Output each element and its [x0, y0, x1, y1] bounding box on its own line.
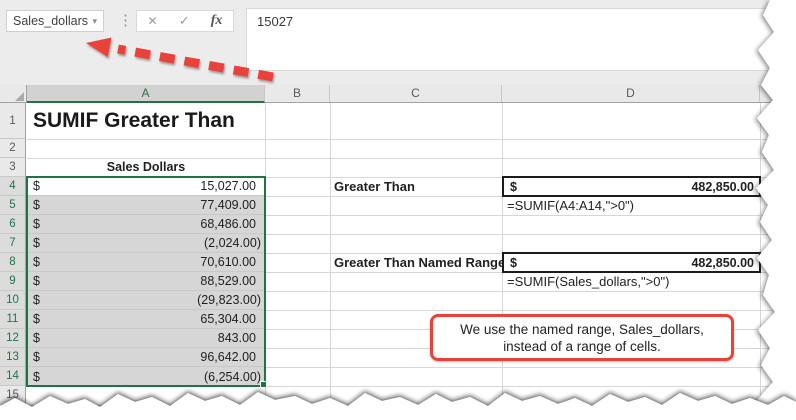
cell-a14[interactable]: $ (6,254.00) — [27, 367, 265, 386]
toolbar-separator-dots-icon: ⋮ — [118, 12, 133, 29]
sales-range: $15,027.00 $77,409.00 $68,486.00 $ (2,024… — [27, 177, 265, 386]
cell-a1-title[interactable]: SUMIF Greater Than — [33, 104, 235, 138]
name-box-value: Sales_dollars — [13, 14, 89, 28]
name-box-dropdown-icon[interactable]: ▾ — [92, 16, 97, 27]
cell-a6[interactable]: $68,486.00 — [27, 215, 265, 234]
cell-a12[interactable]: $843.00 — [27, 329, 265, 348]
cell-a9[interactable]: $88,529.00 — [27, 272, 265, 291]
formula-bar[interactable]: 15027 — [246, 8, 796, 71]
column-header-b[interactable]: B — [265, 85, 330, 102]
select-all-corner[interactable] — [0, 85, 27, 102]
enter-icon[interactable]: ✓ — [179, 13, 190, 29]
row-header-9[interactable]: 9 — [0, 272, 26, 291]
name-box[interactable]: Sales_dollars ▾ — [6, 10, 104, 32]
torn-edge-bottom — [0, 392, 796, 420]
cancel-icon[interactable]: ✕ — [148, 14, 158, 28]
formula-buttons: ✕ ✓ fx — [136, 10, 234, 32]
callout-line1: We use the named range, Sales_dollars, — [460, 321, 704, 337]
row-headers: 1 2 3 4 5 6 7 8 9 10 11 12 13 14 15 — [0, 103, 27, 405]
cell-a7[interactable]: $ (2,024.00) — [27, 234, 265, 253]
row-header-8[interactable]: 8 — [0, 253, 26, 272]
cell-a3-sales-header[interactable]: Sales Dollars — [27, 158, 265, 177]
fill-handle[interactable] — [260, 381, 267, 388]
cell-a8[interactable]: $70,610.00 — [27, 253, 265, 272]
cell-a4[interactable]: $15,027.00 — [27, 177, 265, 196]
row-header-7[interactable]: 7 — [0, 234, 26, 253]
row-header-4[interactable]: 4 — [0, 177, 26, 196]
formula-toolbar: Sales_dollars ▾ ⋮ ✕ ✓ fx 15027 — [0, 0, 796, 85]
cell-d9-formula[interactable]: =SUMIF(Sales_dollars,">0") — [507, 272, 669, 291]
row-header-3[interactable]: 3 — [0, 158, 26, 177]
row-header-12[interactable]: 12 — [0, 329, 26, 348]
cell-d5-formula[interactable]: =SUMIF(A4:A14,">0") — [507, 196, 634, 215]
row-header-14[interactable]: 14 — [0, 367, 26, 386]
cell-a5[interactable]: $77,409.00 — [27, 196, 265, 215]
column-header-a[interactable]: A — [27, 85, 265, 103]
cell-c4-label[interactable]: Greater Than — [334, 177, 415, 196]
cell-a10[interactable]: $ (29,823.00) — [27, 291, 265, 310]
row-header-1[interactable]: 1 — [0, 103, 26, 139]
callout-box[interactable]: We use the named range, Sales_dollars, i… — [430, 314, 734, 361]
cell-d8-result[interactable]: $ 482,850.00 — [502, 252, 761, 273]
cell-c8-label[interactable]: Greater Than Named Range — [334, 253, 505, 272]
insert-function-icon[interactable]: fx — [211, 13, 223, 29]
row-header-6[interactable]: 6 — [0, 215, 26, 234]
column-header-c[interactable]: C — [330, 85, 502, 102]
cell-a13[interactable]: $96,642.00 — [27, 348, 265, 367]
callout-line2: instead of a range of cells. — [503, 338, 661, 354]
column-header-d[interactable]: D — [502, 85, 760, 102]
row-header-15[interactable]: 15 — [0, 386, 26, 405]
row-header-10[interactable]: 10 — [0, 291, 26, 310]
column-headers: A B C D — [0, 85, 796, 103]
row-header-5[interactable]: 5 — [0, 196, 26, 215]
formula-bar-value: 15027 — [257, 14, 294, 29]
row-header-2[interactable]: 2 — [0, 139, 26, 158]
row-header-13[interactable]: 13 — [0, 348, 26, 367]
cell-d4-result[interactable]: $ 482,850.00 — [502, 176, 761, 197]
cell-a11[interactable]: $65,304.00 — [27, 310, 265, 329]
excel-screenshot: Sales_dollars ▾ ⋮ ✕ ✓ fx 15027 A B C D 1… — [0, 0, 796, 420]
row-header-11[interactable]: 11 — [0, 310, 26, 329]
select-all-triangle-icon — [15, 92, 24, 101]
